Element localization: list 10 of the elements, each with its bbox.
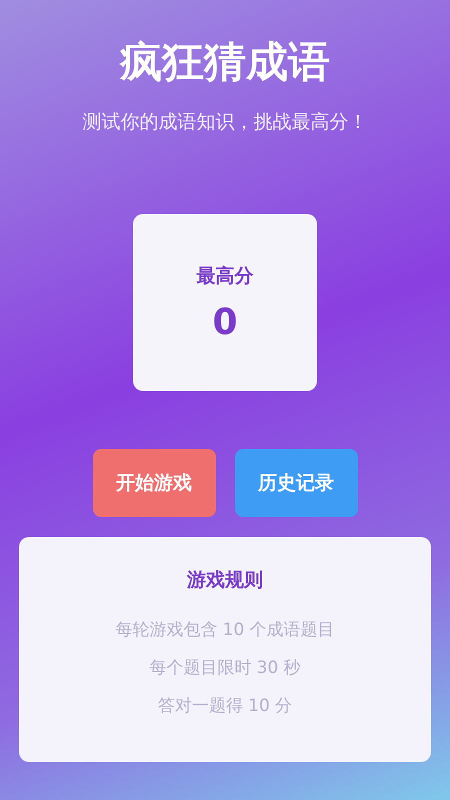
rule-text: 每轮游戏包含 10 个成语题目 xyxy=(115,619,335,642)
rule-text: 每个题目限时 30 秒 xyxy=(149,657,301,680)
score-label: 最高分 xyxy=(196,264,254,288)
subtitle: 测试你的成语知识，挑战最高分！ xyxy=(82,110,368,135)
app-title: 疯狂猜成语 xyxy=(120,36,330,88)
rule-text: 答对一题得 10 分 xyxy=(158,695,292,718)
score-value: 0 xyxy=(212,302,238,342)
history-button[interactable]: 历史记录 xyxy=(234,449,358,517)
rules-title: 游戏规则 xyxy=(187,568,263,593)
start-game-button[interactable]: 开始游戏 xyxy=(92,449,216,517)
